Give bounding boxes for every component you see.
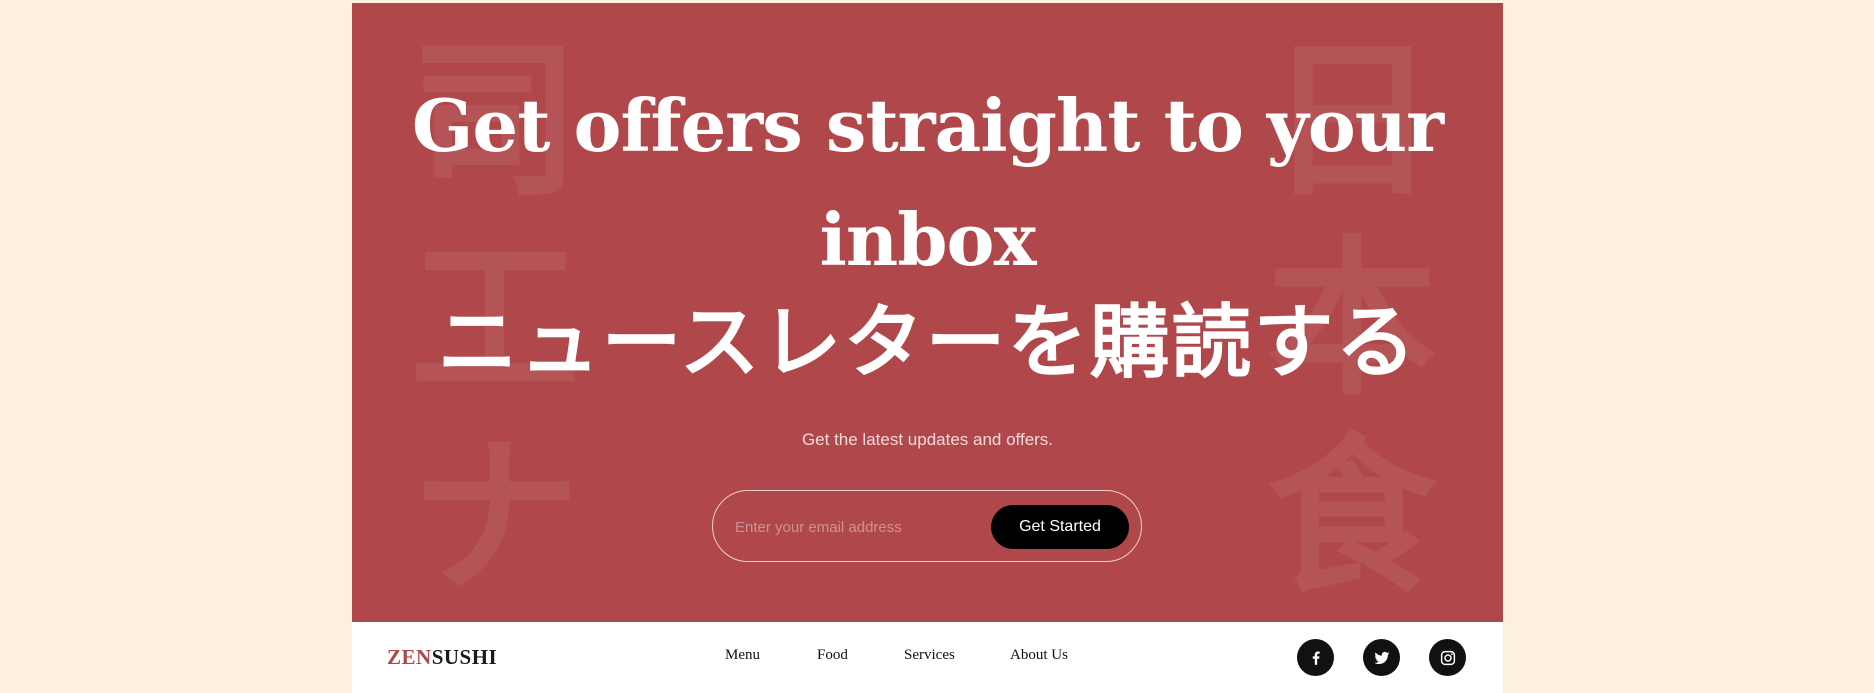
instagram-icon [1440, 650, 1455, 665]
japanese-title: ニュースレターを購読する [437, 296, 1418, 389]
newsletter-subtitle: Get the latest updates and offers. [801, 430, 1054, 449]
instagram-link[interactable] [1429, 639, 1466, 676]
email-signup-form: Get Started [712, 490, 1142, 562]
nav-link-services[interactable]: Services [904, 647, 955, 664]
email-input[interactable] [733, 509, 987, 545]
brand-logo[interactable]: ZENSUSHI [387, 645, 497, 670]
headline-line-2: inbox [819, 197, 1037, 282]
twitter-link[interactable] [1363, 639, 1400, 676]
site-footer: ZENSUSHI Menu Food Services About Us [352, 622, 1503, 693]
newsletter-headline: Get offers straight to your inbox [352, 69, 1503, 297]
nav-link-food[interactable]: Food [817, 647, 848, 664]
logo-accent-text: ZEN [387, 645, 432, 669]
nav-link-about-us[interactable]: About Us [1010, 647, 1068, 664]
facebook-icon [1312, 650, 1320, 665]
newsletter-hero: 司 工 ナ 日 本 食 Get offers straight to your … [352, 3, 1503, 622]
newsletter-page: 司 工 ナ 日 本 食 Get offers straight to your … [352, 3, 1503, 693]
headline-line-1: Get offers straight to your [411, 83, 1444, 168]
twitter-icon [1373, 651, 1389, 664]
logo-text: SUSHI [431, 645, 498, 669]
get-started-button[interactable]: Get Started [991, 505, 1129, 549]
nav-link-menu[interactable]: Menu [725, 647, 760, 664]
facebook-link[interactable] [1297, 639, 1334, 676]
